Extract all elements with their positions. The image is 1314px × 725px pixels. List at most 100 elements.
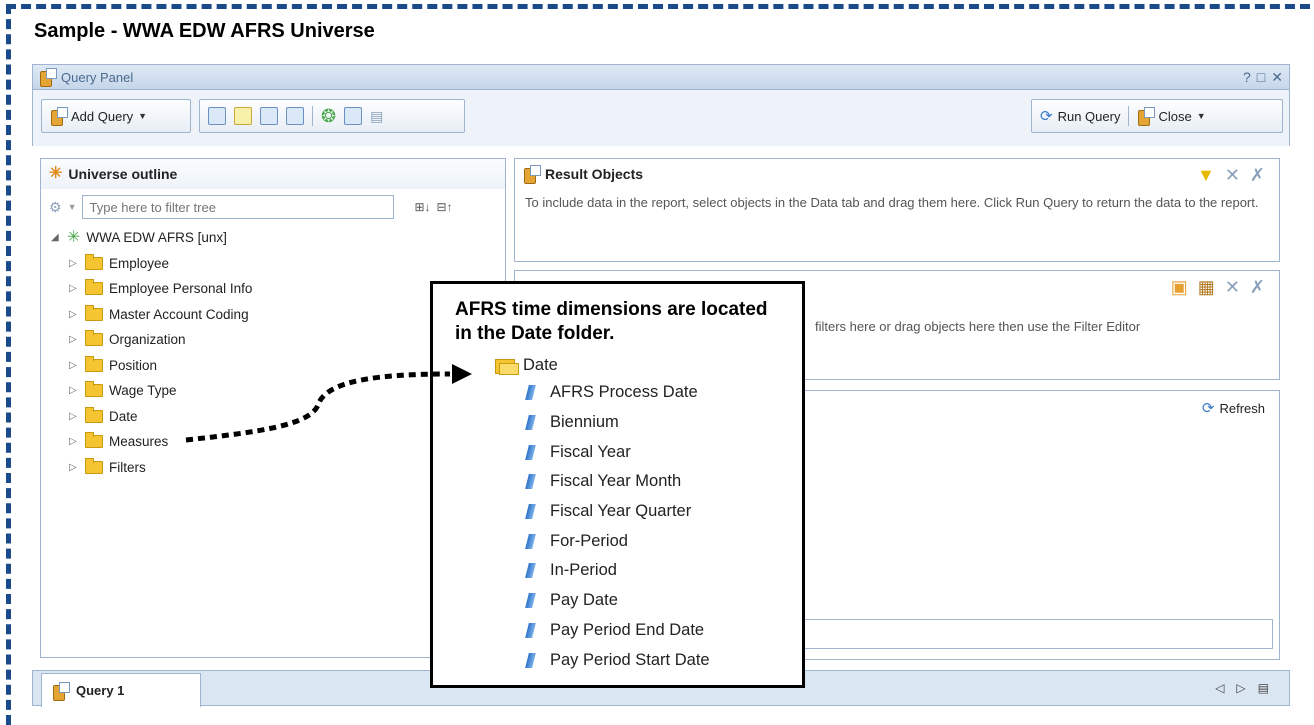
add-query-icon xyxy=(50,107,68,126)
close-button[interactable]: Close ▼ xyxy=(1137,107,1206,126)
universe-outline-header: ✳ Universe outline xyxy=(41,159,505,189)
collapse-all-icon[interactable]: ⊟↑ xyxy=(437,200,453,214)
expand-triangle-icon[interactable]: ▷ xyxy=(69,283,79,294)
dimension-item: AFRS Process Date xyxy=(525,378,780,408)
expand-all-icon[interactable]: ⊞↓ xyxy=(414,200,430,214)
expand-triangle-icon[interactable]: ▷ xyxy=(69,258,79,269)
expand-triangle-icon[interactable]: ▷ xyxy=(69,334,79,345)
callout-folder: Date xyxy=(495,352,780,378)
page-title: Sample - WWA EDW AFRS Universe xyxy=(34,20,375,42)
dimension-item: Pay Date xyxy=(525,586,780,616)
remove-icon[interactable]: ✕ xyxy=(1225,277,1240,298)
dimension-item: Fiscal Year Quarter xyxy=(525,497,780,527)
expand-triangle-icon[interactable]: ▷ xyxy=(69,436,79,447)
dimension-icon xyxy=(525,504,536,520)
expand-triangle-icon[interactable]: ▷ xyxy=(69,309,79,320)
run-query-button[interactable]: ⟳ Run Query xyxy=(1040,107,1120,125)
chevron-down-icon[interactable]: ▼ xyxy=(68,202,77,212)
filter-view-icon[interactable] xyxy=(234,107,252,125)
dimension-label: Pay Period End Date xyxy=(550,620,705,639)
tree-root[interactable]: ◢ ✳ WWA EDW AFRS [unx] xyxy=(51,225,505,251)
folder-icon xyxy=(85,253,103,270)
dimension-item: Fiscal Year Month xyxy=(525,467,780,497)
tree-folder-label: Position xyxy=(109,357,158,373)
folder-icon xyxy=(85,432,103,449)
result-objects-icon xyxy=(523,165,541,184)
filter-row: ⚙ ▼ ⊞↓ ⊟↑ xyxy=(41,189,505,225)
next-tab-icon[interactable]: ▷ xyxy=(1236,681,1245,695)
refresh-icon: ⟳ xyxy=(1201,400,1215,417)
outline-view-icon[interactable] xyxy=(208,107,226,125)
filter-icon[interactable]: ▼ xyxy=(1197,165,1215,186)
result-objects-title: Result Objects xyxy=(545,166,644,182)
preview-view-icon[interactable] xyxy=(286,107,304,125)
query-filters-help: filters here or drag objects here then u… xyxy=(815,319,1141,334)
remove-all-icon[interactable]: ✗ xyxy=(1250,165,1265,186)
expand-triangle-icon[interactable]: ▷ xyxy=(69,411,79,422)
result-objects-panel[interactable]: Result Objects ▼ ✕ ✗ To include data in … xyxy=(514,158,1280,262)
callout-folder-label: Date xyxy=(523,355,558,374)
dimension-label: Biennium xyxy=(550,413,619,432)
dimension-item: Fiscal Year xyxy=(525,437,780,467)
dimension-label: In-Period xyxy=(550,561,617,580)
universe-outline-title: Universe outline xyxy=(68,166,178,182)
dimension-icon xyxy=(525,622,536,638)
refresh-icon: ⟳ xyxy=(1040,108,1053,125)
folder-icon xyxy=(85,406,103,423)
toolbar-separator xyxy=(312,106,313,126)
tree-folder-label: Employee xyxy=(109,255,170,271)
sql-icon[interactable]: ▤ xyxy=(370,108,383,125)
previous-tab-icon[interactable]: ◁ xyxy=(1215,681,1224,695)
add-query-button[interactable]: Add Query ▼ xyxy=(50,107,147,126)
page-frame-top xyxy=(6,4,1310,9)
expand-triangle-icon[interactable]: ▷ xyxy=(69,360,79,371)
dimension-item: Pay Period End Date xyxy=(525,616,780,646)
run-close-group: ⟳ Run Query Close ▼ xyxy=(1031,99,1283,133)
filter-options-icon[interactable]: ⚙ xyxy=(49,199,62,216)
refresh-label: Refresh xyxy=(1219,400,1265,416)
maximize-icon[interactable]: □ xyxy=(1257,69,1265,86)
combined-queries-icon[interactable]: ❂ xyxy=(321,106,336,127)
tree-folder-label: Master Account Coding xyxy=(109,306,249,322)
dimension-item: For-Period xyxy=(525,526,780,556)
dimension-item: Pay Period Start Date xyxy=(525,645,780,675)
result-objects-header: Result Objects xyxy=(515,159,1279,189)
toolbar-separator xyxy=(1128,106,1130,126)
tree-folder-label: Filters xyxy=(109,459,146,475)
dimension-label: Fiscal Year xyxy=(550,442,631,461)
data-preview-area[interactable] xyxy=(795,619,1273,649)
remove-icon[interactable]: ✕ xyxy=(1225,165,1240,186)
expanded-triangle-icon[interactable]: ◢ xyxy=(51,232,61,243)
expand-triangle-icon[interactable]: ▷ xyxy=(69,462,79,473)
remove-all-icon[interactable]: ✗ xyxy=(1250,277,1265,298)
add-predefined-filter-icon[interactable]: ▣ xyxy=(1171,277,1188,298)
result-objects-help: To include data in the report, select ob… xyxy=(525,195,1259,210)
tree-folder-employee[interactable]: ▷ Employee xyxy=(51,251,505,277)
help-icon[interactable]: ? xyxy=(1243,69,1251,86)
dimension-icon xyxy=(525,474,536,490)
add-query-group: Add Query ▼ xyxy=(41,99,191,133)
tree-root-label: WWA EDW AFRS [unx] xyxy=(86,230,227,246)
refresh-button[interactable]: ⟳ Refresh xyxy=(1202,399,1265,417)
dimension-icon xyxy=(525,385,536,401)
folder-icon xyxy=(85,330,103,347)
chevron-down-icon: ▼ xyxy=(1196,111,1206,121)
dimension-label: Pay Period Start Date xyxy=(550,650,710,669)
close-query-icon xyxy=(1137,107,1156,126)
tab-list-icon[interactable]: ▤ xyxy=(1258,681,1269,695)
query-filters-tools: ▣ ▦ ✕ ✗ xyxy=(1171,277,1265,298)
close-window-icon[interactable]: ✕ xyxy=(1271,69,1283,86)
filter-tree-input[interactable] xyxy=(82,195,395,219)
table-view-icon[interactable] xyxy=(260,107,278,125)
query-properties-icon[interactable] xyxy=(344,107,363,125)
expand-triangle-icon[interactable]: ▷ xyxy=(69,385,79,396)
add-subquery-icon[interactable]: ▦ xyxy=(1198,277,1215,298)
universe-icon: ✳ xyxy=(67,228,81,246)
dimension-label: Pay Date xyxy=(550,591,618,610)
query-tab[interactable]: Query 1 xyxy=(41,673,201,707)
folder-icon xyxy=(85,304,103,321)
universe-icon: ✳ xyxy=(49,165,63,182)
add-query-label: Add Query xyxy=(71,108,134,124)
callout-dimension-list: AFRS Process Date Biennium Fiscal Year F… xyxy=(455,378,780,675)
tree-folder-label: Date xyxy=(109,408,138,424)
